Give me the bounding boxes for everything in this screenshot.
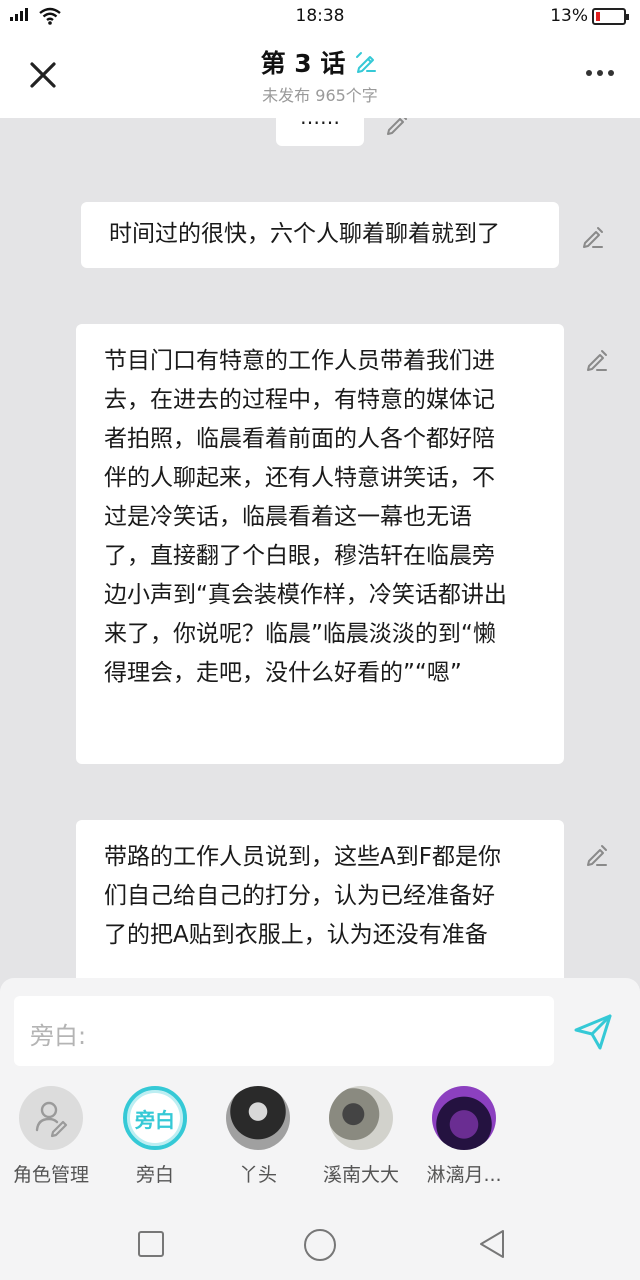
character-linli[interactable]: 淋漓月... bbox=[414, 1086, 514, 1187]
narrator-avatar: 旁白 bbox=[123, 1086, 187, 1150]
compose-panel: 旁白: 角色管理 旁白 旁白 丫头 溪南大大 淋漓月... bbox=[0, 978, 640, 1212]
battery-icon bbox=[592, 8, 629, 25]
send-icon[interactable] bbox=[572, 1010, 614, 1052]
battery-percent: 13% bbox=[550, 6, 588, 26]
message-bubble[interactable]: 时间过的很快，六个人聊着聊着就到了 bbox=[81, 202, 559, 268]
avatar bbox=[226, 1086, 290, 1150]
system-nav-bar bbox=[0, 1212, 640, 1280]
character-yatou[interactable]: 丫头 bbox=[208, 1086, 308, 1187]
edit-message-icon[interactable] bbox=[384, 118, 410, 136]
edit-title-icon[interactable] bbox=[353, 49, 379, 75]
message-line: 去，在进去的过程中，有特意的媒体记 bbox=[104, 387, 495, 413]
edit-message-icon[interactable] bbox=[584, 346, 610, 372]
edit-message-icon[interactable] bbox=[584, 841, 610, 867]
character-name: 淋漓月... bbox=[426, 1164, 502, 1186]
message-text: 时间过的很快，六个人聊着聊着就到了 bbox=[109, 221, 500, 247]
edit-message-icon[interactable] bbox=[580, 223, 606, 249]
message-bubble[interactable]: 带路的工作人员说到，这些A到F都是你 们自己给自己的打分，认为已经准备好 了的把… bbox=[76, 820, 564, 980]
message-text: …… bbox=[300, 118, 340, 129]
character-name: 溪南大大 bbox=[322, 1164, 399, 1186]
message-line: 过是冷笑话，临晨看着这一幕也无语 bbox=[104, 504, 472, 530]
message-line: 们自己给自己的打分，认为已经准备好 bbox=[104, 883, 495, 909]
message-list[interactable]: …… 时间过的很快，六个人聊着聊着就到了 节目门口有特意的工作人员带着我们进 去… bbox=[0, 118, 640, 980]
character-name: 角色管理 bbox=[12, 1164, 89, 1186]
home-icon[interactable] bbox=[303, 1228, 337, 1262]
avatar bbox=[329, 1086, 393, 1150]
message-line: 节目门口有特意的工作人员带着我们进 bbox=[104, 348, 495, 374]
character-manage-button[interactable]: 角色管理 bbox=[1, 1086, 101, 1187]
back-icon[interactable] bbox=[477, 1228, 507, 1260]
more-options-icon[interactable] bbox=[586, 70, 614, 76]
message-line: 带路的工作人员说到，这些A到F都是你 bbox=[104, 844, 501, 870]
message-line: 来了，你说呢？临晨”临晨淡淡的到“懒 bbox=[104, 621, 496, 647]
recent-apps-icon[interactable] bbox=[137, 1230, 165, 1258]
status-bar: 18:38 13% bbox=[0, 0, 640, 32]
avatar bbox=[432, 1086, 496, 1150]
message-line: 了的把A贴到衣服上，认为还没有准备 bbox=[104, 922, 488, 948]
character-xinan[interactable]: 溪南大大 bbox=[311, 1086, 411, 1187]
chapter-title: 第 3 话 bbox=[260, 49, 346, 78]
message-line: 得理会，走吧，没什么好看的”“嗯” bbox=[104, 660, 462, 686]
chapter-subtitle: 未发布 965个字 bbox=[262, 86, 378, 105]
character-selector: 角色管理 旁白 旁白 丫头 溪南大大 淋漓月... bbox=[0, 1086, 640, 1196]
character-name: 旁白 bbox=[135, 1164, 174, 1186]
character-name: 丫头 bbox=[238, 1164, 277, 1186]
message-line: 者拍照，临晨看着前面的人各个都好陪 bbox=[104, 426, 495, 452]
message-line: 伴的人聊起来，还有人特意讲笑话，不 bbox=[104, 465, 495, 491]
chapter-header: 第 3 话 未发布 965个字 bbox=[0, 32, 640, 118]
narrator-avatar-text: 旁白 bbox=[135, 1107, 175, 1132]
character-manage-icon bbox=[19, 1086, 83, 1150]
message-line: 了，直接翻了个白眼，穆浩轩在临晨旁 bbox=[104, 543, 495, 569]
character-narrator[interactable]: 旁白 旁白 bbox=[105, 1086, 205, 1187]
message-bubble[interactable]: …… bbox=[276, 118, 364, 146]
message-input[interactable]: 旁白: bbox=[14, 996, 554, 1066]
status-time: 18:38 bbox=[295, 6, 345, 26]
message-bubble[interactable]: 节目门口有特意的工作人员带着我们进 去，在进去的过程中，有特意的媒体记 者拍照，… bbox=[76, 324, 564, 764]
title-row: 第 3 话 bbox=[0, 44, 640, 80]
message-line: 边小声到“真会装模作样，冷笑话都讲出 bbox=[104, 582, 507, 608]
